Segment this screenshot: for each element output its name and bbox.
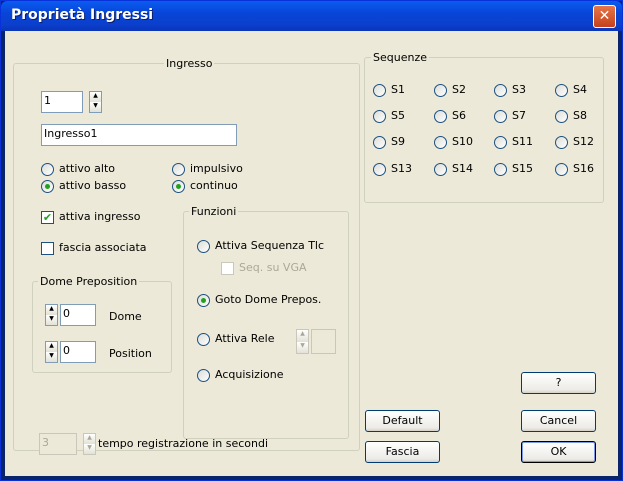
sequenza-label-s12: S12 [573,135,594,148]
sequenza-radio-s15[interactable] [494,163,507,176]
sequenza-radio-s7[interactable] [494,110,507,123]
sequenza-label-s15: S15 [512,162,533,175]
attiva-sequenza-label: Attiva Sequenza Tlc [215,239,325,252]
sequenze-group: Sequenze [364,51,604,203]
ok-button[interactable]: OK [521,441,596,463]
goto-dome-radio[interactable] [197,294,210,307]
attiva-rele-radio[interactable] [197,333,210,346]
default-button[interactable]: Default [365,410,440,432]
sequenza-radio-s16[interactable] [555,163,568,176]
close-icon[interactable]: ✕ [593,5,616,28]
spin-down-icon[interactable]: ▼ [84,444,95,454]
continuo-radio[interactable] [172,180,185,193]
position-label: Position [109,347,152,360]
sequenza-label-s4: S4 [573,83,587,96]
seq-vga-label: Seq. su VGA [239,261,307,274]
position-spinner[interactable]: ▲ ▼ [45,341,58,363]
sequenza-radio-s6[interactable] [434,110,447,123]
attiva-ingresso-checkbox[interactable]: ✔ [41,211,54,224]
goto-dome-label: Goto Dome Prepos. [215,293,322,306]
spin-down-icon[interactable]: ▼ [297,341,308,353]
sequenza-radio-s13[interactable] [373,163,386,176]
dialog-window: Proprietà Ingressi ✕ Ingresso 1 ▲ ▼ Ingr… [0,0,623,481]
sequenza-label-s1: S1 [391,83,405,96]
impulsivo-radio[interactable] [172,163,185,176]
dome-field[interactable]: 0 [60,304,96,326]
position-field[interactable]: 0 [60,341,96,363]
sequenza-label-s10: S10 [452,135,473,148]
impulsivo-label: impulsivo [190,162,243,175]
spin-down-icon[interactable]: ▼ [46,315,57,325]
sequenza-radio-s1[interactable] [373,84,386,97]
sequenza-label-s2: S2 [452,83,466,96]
sequenza-radio-s12[interactable] [555,136,568,149]
sequenza-radio-s4[interactable] [555,84,568,97]
window-title: Proprietà Ingressi [11,7,154,23]
sequenza-radio-s10[interactable] [434,136,447,149]
sequenza-label-s16: S16 [573,162,594,175]
spin-down-icon[interactable]: ▼ [46,352,57,362]
sequenza-label-s14: S14 [452,162,473,175]
attivo-basso-label: attivo basso [59,179,127,192]
sequenza-label-s8: S8 [573,109,587,122]
dialog-client: Ingresso 1 ▲ ▼ Ingresso1 attivo alto att… [5,31,618,476]
ingresso-number-field[interactable]: 1 [41,91,83,113]
rele-field[interactable] [311,329,336,354]
sequenza-radio-s5[interactable] [373,110,386,123]
sequenza-label-s13: S13 [391,162,412,175]
attiva-rele-label: Attiva Rele [215,332,275,345]
sequenze-legend: Sequenze [373,51,427,64]
sequenza-label-s9: S9 [391,135,405,148]
fascia-associata-label: fascia associata [59,241,147,254]
continuo-label: continuo [190,179,238,192]
spin-down-icon[interactable]: ▼ [90,102,101,112]
tempo-spinner[interactable]: ▲ ▼ [83,433,96,455]
sequenza-radio-s14[interactable] [434,163,447,176]
attivo-alto-label: attivo alto [59,162,115,175]
acquisizione-label: Acquisizione [215,368,284,381]
sequenza-label-s7: S7 [512,109,526,122]
sequenza-label-s6: S6 [452,109,466,122]
acquisizione-radio[interactable] [197,369,210,382]
sequenza-radio-s3[interactable] [494,84,507,97]
sequenza-label-s11: S11 [512,135,533,148]
ingresso-name-field[interactable]: Ingresso1 [41,124,237,146]
dome-preposition-legend: Dome Preposition [40,275,138,288]
attivo-alto-radio[interactable] [41,163,54,176]
fascia-associata-checkbox[interactable] [41,242,54,255]
tempo-label: tempo registrazione in secondi [98,437,269,450]
sequenza-radio-s8[interactable] [555,110,568,123]
title-bar[interactable]: Proprietà Ingressi ✕ [1,1,622,31]
sequenza-radio-s11[interactable] [494,136,507,149]
attivo-basso-radio[interactable] [41,180,54,193]
tempo-field[interactable]: 3 [39,433,77,455]
help-button[interactable]: ? [521,372,596,394]
fascia-button[interactable]: Fascia [365,441,440,463]
ingresso-number-spinner[interactable]: ▲ ▼ [89,91,102,113]
attiva-sequenza-radio[interactable] [197,240,210,253]
sequenza-radio-s2[interactable] [434,84,447,97]
cancel-button[interactable]: Cancel [521,410,596,432]
sequenza-radio-s9[interactable] [373,136,386,149]
sequenza-label-s3: S3 [512,83,526,96]
funzioni-legend: Funzioni [191,205,237,218]
dome-label: Dome [109,310,142,323]
sequenza-label-s5: S5 [391,109,405,122]
dome-spinner[interactable]: ▲ ▼ [45,304,58,326]
ingresso-legend: Ingresso [166,57,213,70]
rele-spinner[interactable]: ▲ ▼ [296,329,309,354]
seq-vga-checkbox[interactable] [221,262,234,275]
attiva-ingresso-label: attiva ingresso [59,210,141,223]
